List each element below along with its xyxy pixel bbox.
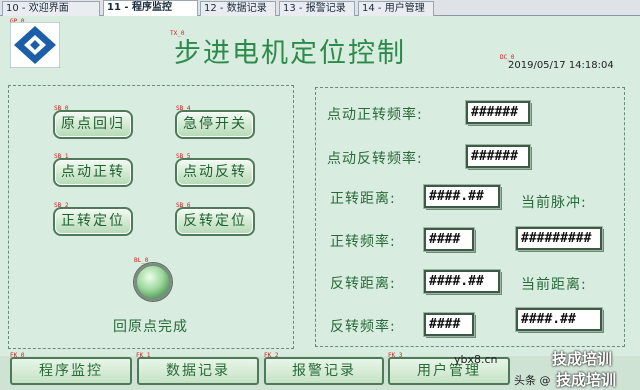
watermark-brand-2: 技成培训 bbox=[556, 371, 617, 389]
tab-alarm-record[interactable]: 13 - 报警记录 bbox=[279, 1, 355, 16]
forward-freq-field[interactable]: #### bbox=[423, 227, 475, 252]
jog-reverse-button[interactable]: 点动反转 bbox=[175, 158, 255, 187]
watermark-site: ybx8.cn bbox=[454, 353, 498, 366]
watermark-prefix: 头条 @ bbox=[514, 374, 551, 387]
company-logo-icon bbox=[10, 22, 60, 68]
jog-forward-button[interactable]: 点动正转 bbox=[53, 158, 133, 187]
watermark-brand: 技成培训 bbox=[552, 350, 613, 368]
reverse-position-button[interactable]: 反转定位 bbox=[175, 207, 255, 236]
nav-data-record-button[interactable]: 数据记录 bbox=[137, 357, 259, 385]
reverse-distance-label: 反转距离: bbox=[330, 276, 396, 292]
forward-freq-label: 正转频率: bbox=[330, 234, 396, 250]
page-title: 步进电机定位控制 bbox=[174, 38, 406, 69]
jog-forward-freq-label: 点动正转频率: bbox=[327, 107, 423, 123]
current-distance-label: 当前距离: bbox=[521, 277, 587, 293]
tab-user-management[interactable]: 14 - 用户管理 bbox=[358, 1, 434, 16]
home-complete-label: 回原点完成 bbox=[113, 319, 188, 335]
reverse-freq-label: 反转频率: bbox=[330, 319, 396, 335]
home-complete-lamp-icon bbox=[134, 263, 172, 301]
current-pulse-display: ######### bbox=[515, 226, 603, 251]
tab-program-monitor[interactable]: 11 - 程序监控 bbox=[103, 0, 198, 16]
emergency-stop-button[interactable]: 急停开关 bbox=[175, 110, 255, 139]
tab-data-record[interactable]: 12 - 数据记录 bbox=[200, 1, 276, 16]
nav-alarm-record-button[interactable]: 报警记录 bbox=[264, 357, 384, 385]
reverse-distance-field[interactable]: ####.## bbox=[423, 269, 501, 294]
jog-reverse-freq-field[interactable]: ###### bbox=[465, 144, 531, 169]
home-return-button[interactable]: 原点回归 bbox=[53, 110, 133, 139]
current-distance-display: ####.## bbox=[515, 307, 603, 332]
forward-position-button[interactable]: 正转定位 bbox=[53, 207, 133, 236]
forward-distance-label: 正转距离: bbox=[330, 191, 396, 207]
jog-forward-freq-field[interactable]: ###### bbox=[465, 100, 531, 125]
tab-bar: 10 - 欢迎界面 11 - 程序监控 12 - 数据记录 13 - 报警记录 … bbox=[0, 0, 640, 16]
nav-program-monitor-button[interactable]: 程序监控 bbox=[10, 357, 132, 385]
jog-reverse-freq-label: 点动反转频率: bbox=[327, 151, 423, 167]
forward-distance-field[interactable]: ####.## bbox=[423, 184, 501, 209]
reverse-freq-field[interactable]: #### bbox=[423, 312, 475, 337]
current-pulse-label: 当前脉冲: bbox=[521, 195, 587, 211]
tab-welcome[interactable]: 10 - 欢迎界面 bbox=[2, 1, 100, 16]
datetime-display: 2019/05/17 14:18:04 bbox=[508, 60, 614, 71]
